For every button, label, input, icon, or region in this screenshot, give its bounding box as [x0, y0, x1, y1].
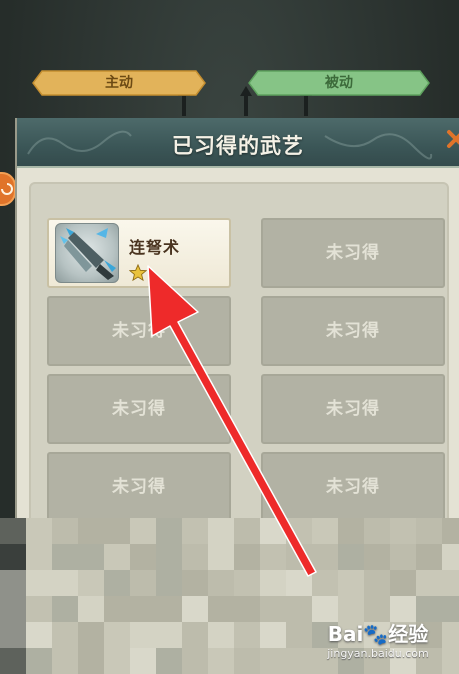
- panel-title: 已习得的武艺: [172, 134, 304, 158]
- skill-slot-empty[interactable]: 未习得: [261, 452, 445, 522]
- skill-slot-empty[interactable]: 未习得: [47, 374, 231, 444]
- skill-name: 连弩术: [129, 238, 181, 257]
- star-icon: [129, 264, 147, 282]
- close-button[interactable]: [443, 122, 459, 156]
- skill-slot-empty[interactable]: 未习得: [261, 218, 445, 288]
- skill-slot-empty[interactable]: 未习得: [47, 296, 231, 366]
- tab-passive-skills[interactable]: 被动: [248, 70, 430, 96]
- skill-slot-empty[interactable]: 未习得: [47, 452, 231, 522]
- tab-active-label: 主动: [105, 75, 133, 91]
- close-icon: [447, 130, 459, 148]
- crossbow-bolts-icon: [55, 223, 119, 283]
- swirl-icon: [1, 183, 13, 195]
- watermark-url: jingyan.baidu.com: [327, 647, 429, 660]
- skill-slot-empty[interactable]: 未习得: [261, 374, 445, 444]
- watermark: Bai🐾经验 jingyan.baidu.com: [313, 618, 443, 668]
- skill-slot-learned[interactable]: 连弩术: [47, 218, 231, 288]
- panel-header: 已习得的武艺: [17, 118, 459, 168]
- skill-slot-empty[interactable]: 未习得: [261, 296, 445, 366]
- tab-active-skills[interactable]: 主动: [32, 70, 206, 96]
- watermark-logo: Bai🐾经验: [327, 622, 429, 646]
- tab-passive-label: 被动: [325, 75, 353, 91]
